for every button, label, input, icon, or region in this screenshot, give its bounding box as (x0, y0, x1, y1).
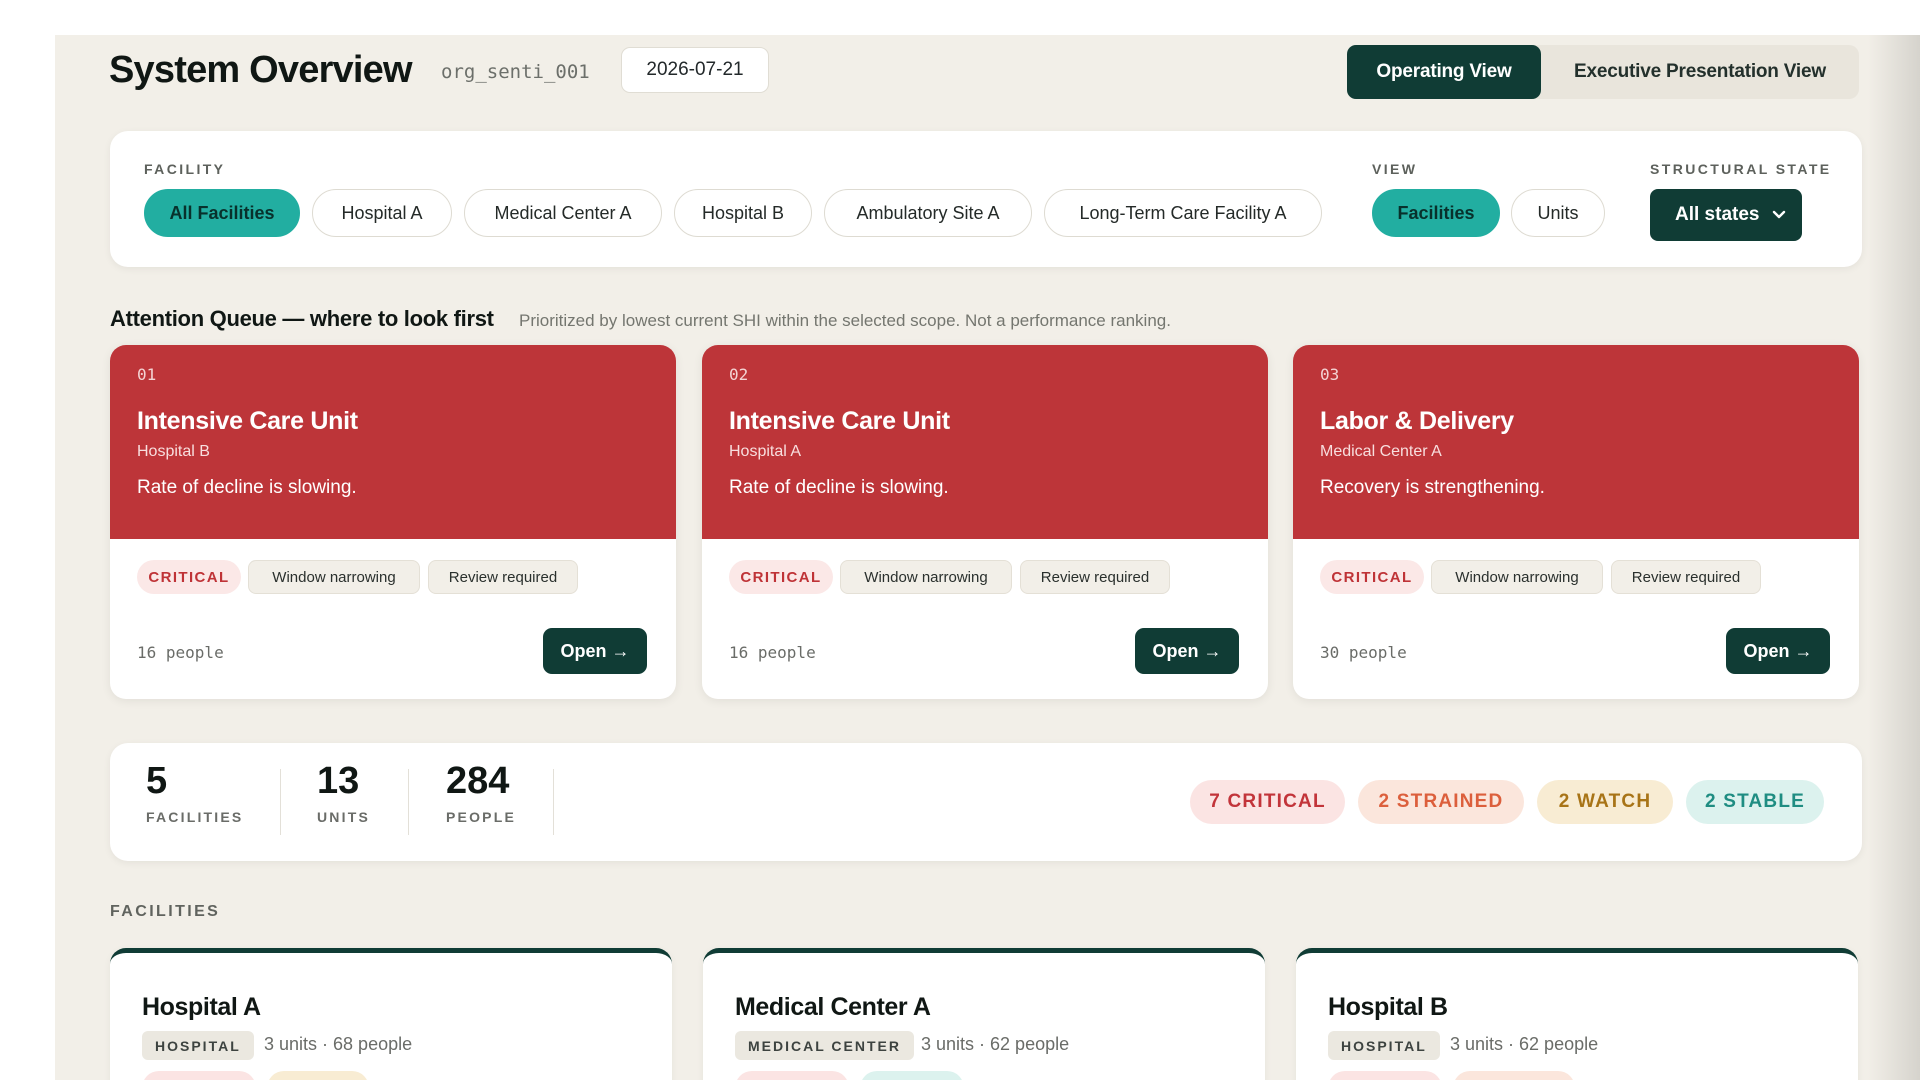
facility-status-chip: 1 Strained (1453, 1071, 1575, 1080)
facility-pill-hospital-a[interactable]: Hospital A (312, 189, 452, 237)
stat-label: FACILITIES (146, 808, 244, 825)
org-id: org_senti_001 (441, 61, 590, 83)
structural-state-value: All states (1675, 204, 1760, 225)
attention-facility-name: Medical Center A (1320, 443, 1442, 460)
facility-meta: 3 units · 62 people (1450, 1034, 1599, 1054)
window-narrowing-tag: Window narrowing (248, 560, 420, 594)
stat-divider (408, 769, 409, 835)
date-picker[interactable]: 2026-07-21 (621, 47, 769, 93)
stat-people: 284 PEOPLE (446, 760, 516, 825)
attention-facility-name: Hospital B (137, 443, 210, 460)
attention-message: Rate of decline is slowing. (137, 477, 357, 498)
open-button[interactable]: Open → (543, 628, 647, 674)
facility-status-chip: 1 Stable (860, 1071, 964, 1080)
attention-unit-name: Intensive Care Unit (137, 407, 358, 435)
attention-card: 02 Intensive Care Unit Hospital A Rate o… (702, 345, 1268, 699)
facility-pill-medical-center-a[interactable]: Medical Center A (464, 189, 662, 237)
structural-state-label: STRUCTURAL STATE (1650, 161, 1832, 177)
facilities-section-label: FACILITIES (110, 903, 221, 920)
stat-value: 284 (446, 760, 510, 802)
facility-status-chip: 2 Critical (1328, 1071, 1442, 1080)
attention-card: 01 Intensive Care Unit Hospital B Rate o… (110, 345, 676, 699)
edge-shadow (1868, 35, 1920, 1080)
status-critical-count: 7 CRITICAL (1190, 780, 1345, 824)
critical-badge: CRITICAL (137, 560, 241, 594)
operating-view-button[interactable]: Operating View (1347, 45, 1541, 99)
stat-divider (553, 769, 554, 835)
facility-pill-all[interactable]: All Facilities (144, 189, 300, 237)
review-required-tag: Review required (1611, 560, 1761, 594)
facility-card[interactable]: Hospital B HOSPITAL 3 units · 62 people … (1296, 948, 1858, 1080)
status-watch-count: 2 WATCH (1537, 780, 1673, 824)
facility-status-chip: 2 Critical (735, 1071, 849, 1080)
executive-view-button[interactable]: Executive Presentation View (1541, 45, 1859, 99)
facility-meta: 3 units · 62 people (921, 1034, 1070, 1054)
people-count: 30 people (1320, 643, 1407, 662)
facility-type-badge: HOSPITAL (142, 1031, 254, 1060)
facility-meta: 3 units · 68 people (264, 1034, 413, 1054)
view-toggle: Operating View Executive Presentation Vi… (1347, 45, 1859, 99)
attention-message: Recovery is strengthening. (1320, 477, 1545, 498)
people-count: 16 people (137, 643, 224, 662)
facility-type-badge: MEDICAL CENTER (735, 1031, 914, 1060)
attention-facility-name: Hospital A (729, 443, 802, 460)
facility-name: Hospital B (1328, 993, 1448, 1021)
chevron-down-icon (1772, 210, 1786, 219)
attention-card-header: 02 Intensive Care Unit Hospital A Rate o… (702, 345, 1268, 539)
attention-unit-name: Labor & Delivery (1320, 407, 1514, 435)
facility-name: Hospital A (142, 993, 261, 1021)
window-narrowing-tag: Window narrowing (1431, 560, 1603, 594)
attention-rank: 01 (137, 365, 157, 384)
attention-rank: 03 (1320, 365, 1340, 384)
attention-card: 03 Labor & Delivery Medical Center A Rec… (1293, 345, 1859, 699)
summary-panel: 5 FACILITIES 13 UNITS 284 PEOPLE 7 CRITI… (110, 743, 1862, 861)
view-pill-units[interactable]: Units (1511, 189, 1605, 237)
facility-status-chip: 2 Critical (142, 1071, 256, 1080)
attention-card-header: 01 Intensive Care Unit Hospital B Rate o… (110, 345, 676, 539)
review-required-tag: Review required (428, 560, 578, 594)
window-narrowing-tag: Window narrowing (840, 560, 1012, 594)
critical-badge: CRITICAL (1320, 560, 1424, 594)
people-count: 16 people (729, 643, 816, 662)
open-button[interactable]: Open → (1135, 628, 1239, 674)
stat-value: 5 (146, 760, 168, 802)
stat-label: PEOPLE (446, 808, 516, 825)
stat-label: UNITS (317, 808, 370, 825)
attention-queue-title: Attention Queue — where to look first (110, 306, 494, 331)
open-button[interactable]: Open → (1726, 628, 1830, 674)
facility-filter-label: FACILITY (144, 161, 226, 177)
facility-type-badge: HOSPITAL (1328, 1031, 1440, 1060)
stat-facilities: 5 FACILITIES (146, 760, 244, 825)
facility-card[interactable]: Medical Center A MEDICAL CENTER 3 units … (703, 948, 1265, 1080)
attention-queue-subtitle: Prioritized by lowest current SHI within… (519, 311, 1171, 330)
view-pill-facilities[interactable]: Facilities (1372, 189, 1500, 237)
facility-name: Medical Center A (735, 993, 931, 1021)
facility-pill-ambulatory-site-a[interactable]: Ambulatory Site A (824, 189, 1032, 237)
facility-pill-hospital-b[interactable]: Hospital B (674, 189, 812, 237)
facility-pill-long-term-care[interactable]: Long-Term Care Facility A (1044, 189, 1322, 237)
page-title: System Overview (109, 49, 413, 91)
attention-rank: 02 (729, 365, 749, 384)
stat-divider (280, 769, 281, 835)
structural-state-select[interactable]: All states (1650, 189, 1802, 241)
review-required-tag: Review required (1020, 560, 1170, 594)
filter-panel: FACILITY All Facilities Hospital A Medic… (110, 131, 1862, 267)
attention-message: Rate of decline is slowing. (729, 477, 949, 498)
attention-unit-name: Intensive Care Unit (729, 407, 950, 435)
status-strained-count: 2 STRAINED (1358, 780, 1524, 824)
status-stable-count: 2 STABLE (1686, 780, 1824, 824)
app-canvas: System Overview org_senti_001 2026-07-21… (55, 35, 1920, 1080)
stat-value: 13 (317, 760, 360, 802)
view-filter-label: VIEW (1372, 161, 1418, 177)
facility-card[interactable]: Hospital A HOSPITAL 3 units · 68 people … (110, 948, 672, 1080)
attention-card-header: 03 Labor & Delivery Medical Center A Rec… (1293, 345, 1859, 539)
critical-badge: CRITICAL (729, 560, 833, 594)
stat-units: 13 UNITS (317, 760, 370, 825)
facility-status-chip: 1 Watch (267, 1071, 369, 1080)
